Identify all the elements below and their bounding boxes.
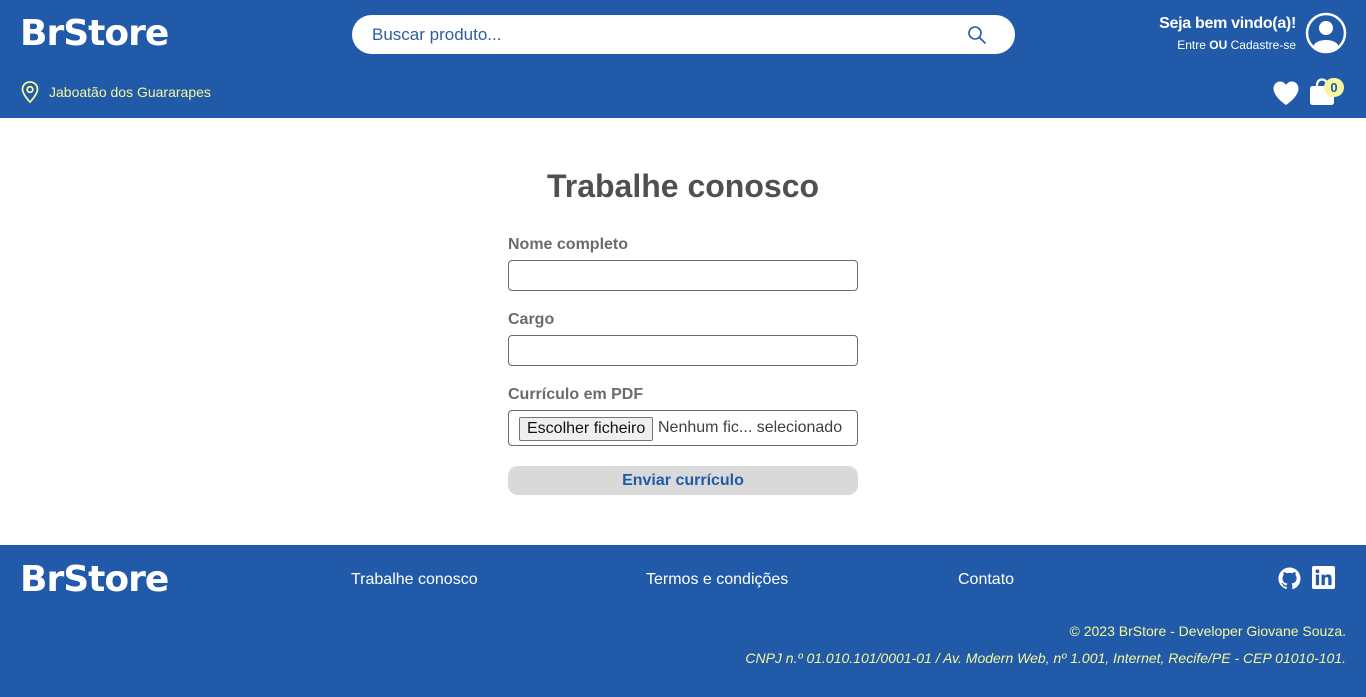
copyright-text: © 2023 BrStore - Developer Giovane Souza… bbox=[1069, 623, 1346, 639]
header: BrStore Seja bem vindo(a)! Entre OU Cada… bbox=[0, 0, 1366, 118]
name-field[interactable] bbox=[508, 260, 858, 291]
user-avatar-icon[interactable] bbox=[1305, 12, 1347, 54]
linkedin-icon[interactable] bbox=[1312, 566, 1335, 589]
cv-label: Currículo em PDF bbox=[508, 386, 644, 403]
role-label: Cargo bbox=[508, 311, 555, 328]
cart-count-badge: 0 bbox=[1324, 78, 1344, 97]
or-separator: OU bbox=[1209, 38, 1228, 52]
footer-link-careers[interactable]: Trabalhe conosco bbox=[351, 571, 478, 589]
heart-icon[interactable] bbox=[1272, 80, 1300, 106]
location-label: Jaboatão dos Guararapes bbox=[49, 84, 211, 100]
footer-link-contact[interactable]: Contato bbox=[958, 571, 1014, 589]
location-selector[interactable]: Jaboatão dos Guararapes bbox=[20, 80, 211, 104]
choose-file-button[interactable]: Escolher ficheiro bbox=[519, 417, 654, 441]
company-info-text: CNPJ n.º 01.010.101/0001-01 / Av. Modern… bbox=[745, 650, 1346, 666]
footer-brand-logo[interactable]: BrStore bbox=[20, 562, 169, 598]
search-input[interactable] bbox=[372, 15, 952, 54]
github-icon[interactable] bbox=[1278, 567, 1301, 590]
welcome-title: Seja bem vindo(a)! bbox=[1159, 15, 1296, 32]
submit-resume-button[interactable]: Enviar currículo bbox=[508, 466, 858, 495]
footer-link-terms[interactable]: Termos e condições bbox=[646, 571, 788, 589]
name-label: Nome completo bbox=[508, 236, 629, 253]
cv-file-input[interactable]: Escolher ficheiro Nenhum fic... selecion… bbox=[508, 410, 858, 446]
signup-link[interactable]: Cadastre-se bbox=[1231, 38, 1296, 52]
auth-links: Entre OU Cadastre-se bbox=[1159, 36, 1296, 54]
search-bar bbox=[352, 15, 1015, 54]
file-status-text: Nenhum fic... selecionado bbox=[658, 419, 843, 436]
footer: BrStore Trabalhe conosco Termos e condiç… bbox=[0, 545, 1366, 697]
role-field[interactable] bbox=[508, 335, 858, 366]
login-link[interactable]: Entre bbox=[1177, 38, 1206, 52]
location-pin-icon bbox=[21, 81, 39, 104]
welcome-block: Seja bem vindo(a)! Entre OU Cadastre-se bbox=[1159, 14, 1296, 54]
page-title: Trabalhe conosco bbox=[546, 168, 820, 204]
search-icon[interactable] bbox=[967, 25, 987, 45]
brand-logo[interactable]: BrStore bbox=[20, 16, 169, 52]
